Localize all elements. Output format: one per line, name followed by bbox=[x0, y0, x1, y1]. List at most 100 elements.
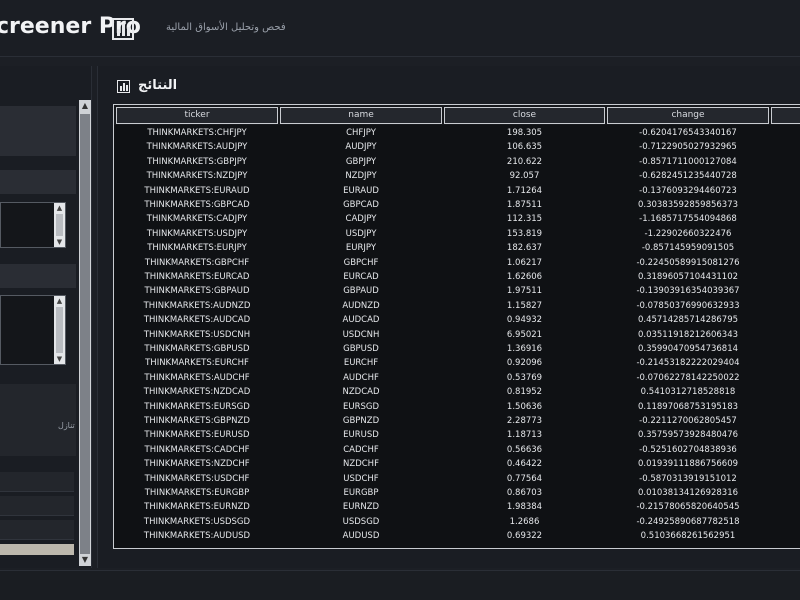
cell-change: -0.1376093294460723 bbox=[639, 185, 737, 196]
cell-name: CHFJPY bbox=[346, 128, 376, 138]
table-row[interactable]: THINKMARKETS:EURJPY EURJPY 182.637 -0.85714… bbox=[114, 241, 800, 255]
column-header-close[interactable]: close bbox=[444, 107, 605, 124]
scroll-up-icon[interactable]: ▲ bbox=[79, 100, 91, 112]
cell-ticker: THINKMARKETS:AUDNZD bbox=[143, 300, 251, 311]
table-row[interactable]: THINKMARKETS:EURCAD EURCAD 1.62606 0.318960… bbox=[114, 270, 800, 284]
table-row[interactable]: THINKMARKETS:EURSGD EURSGD 1.50636 0.118970… bbox=[114, 400, 800, 414]
cell-ticker: THINKMARKETS:EURGBP bbox=[144, 488, 250, 498]
table-row[interactable]: THINKMARKETS:USDJPY USDJPY 153.819 -1.22902… bbox=[114, 227, 800, 241]
cell-name: AUDCAD bbox=[342, 315, 380, 326]
cell-close: 1.18713 bbox=[506, 430, 543, 441]
cell-close: 0.69322 bbox=[506, 531, 543, 542]
table-row[interactable]: THINKMARKETS:NZDJPY NZDJPY 92.057 -0.628245… bbox=[114, 169, 800, 183]
table-row[interactable]: THINKMARKETS:GBPUSD GBPUSD 1.36916 0.359904… bbox=[114, 342, 800, 356]
cell-name: GBPCAD bbox=[343, 200, 379, 210]
cell-ticker: THINKMARKETS:AUDCHF bbox=[144, 372, 250, 383]
cell-ticker: THINKMARKETS:AUDJPY bbox=[146, 142, 248, 153]
settings-field[interactable] bbox=[0, 496, 74, 516]
scroll-up-icon[interactable]: ▲ bbox=[54, 203, 65, 213]
table-row[interactable]: THINKMARKETS:GBPJPY GBPJPY 210.622 -0.85717… bbox=[114, 155, 800, 169]
results-table[interactable]: ticker name close change THINKMARKETS:CH… bbox=[113, 104, 800, 549]
cell-name: EURJPY bbox=[345, 243, 377, 254]
cell-name: AUDUSD bbox=[342, 531, 380, 542]
cell-change: -0.5251602704838936 bbox=[639, 444, 737, 455]
textarea-scrollbar[interactable]: ▲ ▼ bbox=[54, 203, 65, 247]
app-subtitle: فحص وتحليل الأسواق المالية bbox=[166, 22, 286, 33]
table-row[interactable]: THINKMARKETS:CADCHF CADCHF 0.56636 -0.52516… bbox=[114, 443, 800, 457]
scrollbar-thumb[interactable] bbox=[56, 307, 63, 353]
table-row[interactable]: THINKMARKETS:EURUSD EURUSD 1.18713 0.357595… bbox=[114, 428, 800, 442]
column-header-ticker[interactable]: ticker bbox=[116, 107, 278, 124]
table-row[interactable]: THINKMARKETS:USDSGD USDSGD 1.2686 -0.249258… bbox=[114, 515, 800, 529]
symbols-textarea[interactable]: ▲ ▼ bbox=[0, 202, 66, 248]
cell-change: 0.35759573928480476 bbox=[637, 430, 739, 441]
cell-change: -0.13903916354039367 bbox=[636, 286, 740, 297]
table-row[interactable]: THINKMARKETS:EURCHF EURCHF 0.92096 -0.21453… bbox=[114, 356, 800, 370]
settings-section-header bbox=[0, 264, 76, 288]
cell-ticker: THINKMARKETS:USDCNH bbox=[143, 329, 251, 340]
cell-change: 0.01038134126928316 bbox=[637, 488, 739, 498]
cell-ticker: THINKMARKETS:GBPCAD bbox=[144, 200, 250, 210]
settings-field[interactable] bbox=[0, 472, 74, 492]
cell-close: 1.06217 bbox=[506, 257, 543, 268]
cell-close: 1.87511 bbox=[506, 200, 543, 210]
cell-ticker: THINKMARKETS:USDCHF bbox=[144, 473, 250, 484]
scrollbar-thumb[interactable] bbox=[56, 214, 63, 236]
cell-change: 0.01939111886756609 bbox=[637, 459, 739, 470]
table-row[interactable]: THINKMARKETS:USDCHF USDCHF 0.77564 -0.58703… bbox=[114, 472, 800, 486]
scroll-down-icon[interactable]: ▼ bbox=[54, 354, 65, 364]
cell-change: 0.5410312718528818 bbox=[640, 387, 736, 398]
table-row[interactable]: THINKMARKETS:AUDNZD AUDNZD 1.15827 -0.07850… bbox=[114, 299, 800, 313]
table-row[interactable]: THINKMARKETS:AUDCAD AUDCAD 0.94932 0.457142… bbox=[114, 313, 800, 327]
cell-close: 1.15827 bbox=[506, 300, 543, 311]
textarea-scrollbar[interactable]: ▲ ▼ bbox=[54, 296, 65, 364]
scroll-down-icon[interactable]: ▼ bbox=[79, 554, 91, 566]
settings-panel: ▲ ▼ ▲ ▼ ▲ ▼ bbox=[0, 66, 92, 568]
table-row[interactable]: THINKMARKETS:AUDJPY AUDJPY 106.635 -0.71229… bbox=[114, 140, 800, 154]
cell-ticker: THINKMARKETS:EURCHF bbox=[145, 358, 249, 369]
table-row[interactable]: THINKMARKETS:NZDCAD NZDCAD 0.81952 0.541031… bbox=[114, 385, 800, 399]
table-row[interactable]: THINKMARKETS:CADJPY CADJPY 112.315 -1.16857… bbox=[114, 212, 800, 226]
table-row[interactable]: THINKMARKETS:EURNZD EURNZD 1.98384 -0.21578… bbox=[114, 500, 800, 514]
table-row[interactable]: THINKMARKETS:EURAUD EURAUD 1.71264 -0.13760… bbox=[114, 184, 800, 198]
cell-ticker: THINKMARKETS:GBPJPY bbox=[147, 156, 247, 167]
column-header-extra[interactable] bbox=[771, 107, 800, 124]
cell-change: 0.03511918212606343 bbox=[637, 329, 739, 340]
table-row[interactable]: THINKMARKETS:AUDUSD AUDUSD 0.69322 0.510366… bbox=[114, 529, 800, 543]
cell-close: 6.95021 bbox=[506, 329, 543, 340]
table-row[interactable]: THINKMARKETS:USDCNH USDCNH 6.95021 0.035119… bbox=[114, 328, 800, 342]
column-header-change[interactable]: change bbox=[607, 107, 769, 124]
table-row[interactable]: THINKMARKETS:NZDCHF NZDCHF 0.46422 0.019391… bbox=[114, 457, 800, 471]
cell-ticker: THINKMARKETS:GBPUSD bbox=[144, 344, 250, 354]
results-title: النتائج bbox=[138, 78, 178, 93]
column-header-name[interactable]: name bbox=[280, 107, 442, 124]
scrollbar-thumb[interactable] bbox=[80, 114, 90, 554]
partial-label: تنازل bbox=[58, 421, 75, 430]
table-row[interactable]: THINKMARKETS:GBPAUD GBPAUD 1.97511 -0.13903… bbox=[114, 284, 800, 298]
cell-ticker: THINKMARKETS:EURAUD bbox=[144, 185, 250, 196]
table-row[interactable]: THINKMARKETS:GBPCAD GBPCAD 1.87511 0.303835… bbox=[114, 198, 800, 212]
cell-name: EURSGD bbox=[342, 401, 380, 412]
cell-ticker: THINKMARKETS:NZDJPY bbox=[146, 171, 248, 182]
filters-textarea[interactable]: ▲ ▼ bbox=[0, 295, 66, 365]
settings-field[interactable] bbox=[0, 520, 74, 540]
cell-close: 0.81952 bbox=[506, 387, 543, 398]
cell-close: 182.637 bbox=[506, 243, 543, 254]
table-row[interactable]: THINKMARKETS:GBPCHF GBPCHF 1.06217 -0.22450… bbox=[114, 256, 800, 270]
cell-change: -0.07062278142250022 bbox=[636, 372, 740, 383]
table-row[interactable]: THINKMARKETS:CHFJPY CHFJPY 198.305 -0.62041… bbox=[114, 126, 800, 140]
cell-name: AUDCHF bbox=[343, 372, 379, 383]
cell-ticker: THINKMARKETS:USDJPY bbox=[146, 228, 248, 239]
scroll-down-icon[interactable]: ▼ bbox=[54, 237, 65, 247]
cell-change: -0.21578065820640545 bbox=[636, 502, 740, 513]
cell-name: NZDJPY bbox=[345, 171, 377, 182]
cell-close: 92.057 bbox=[509, 171, 540, 182]
table-row[interactable]: THINKMARKETS:GBPNZD GBPNZD 2.28773 -0.22112… bbox=[114, 414, 800, 428]
scroll-up-icon[interactable]: ▲ bbox=[54, 296, 65, 306]
status-bar bbox=[0, 570, 800, 600]
table-row[interactable]: THINKMARKETS:AUDCHF AUDCHF 0.53769 -0.07062… bbox=[114, 371, 800, 385]
cell-close: 0.92096 bbox=[506, 358, 543, 369]
panel-scrollbar[interactable]: ▲ ▼ bbox=[79, 100, 91, 566]
cell-close: 1.71264 bbox=[506, 185, 543, 196]
table-row[interactable]: THINKMARKETS:EURGBP EURGBP 0.86703 0.010381… bbox=[114, 486, 800, 500]
